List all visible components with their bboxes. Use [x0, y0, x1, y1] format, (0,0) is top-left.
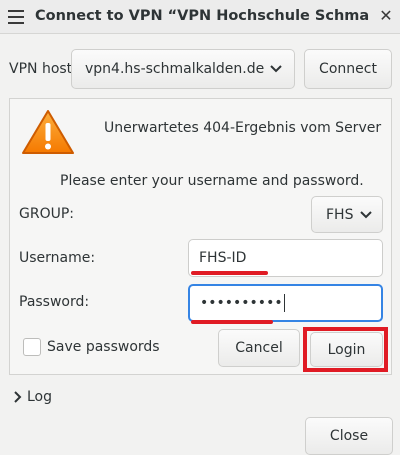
password-value-wrap: ••••••••••: [200, 294, 285, 312]
login-prompt: Please enter your username and password.: [60, 173, 364, 189]
vpn-host-label: VPN host: [9, 61, 73, 77]
save-passwords-label[interactable]: Save passwords: [47, 339, 160, 355]
password-annotation-underline: [191, 320, 273, 324]
vpn-host-value: vpn4.hs-schmalkalden.de: [85, 61, 265, 77]
username-value: FHS-ID: [199, 250, 247, 266]
close-button[interactable]: Close: [305, 417, 393, 455]
password-value: ••••••••••: [200, 295, 283, 311]
chevron-down-icon: [360, 210, 372, 218]
log-expander-label[interactable]: Log: [27, 389, 52, 405]
vpn-host-dropdown[interactable]: vpn4.hs-schmalkalden.de: [71, 49, 295, 89]
window-title: Connect to VPN “VPN Hochschule Schmal…: [35, 8, 370, 24]
group-label: GROUP:: [19, 206, 75, 222]
login-annotation-box: [303, 327, 388, 372]
username-label: Username:: [19, 250, 96, 266]
close-icon[interactable]: ✕: [376, 6, 396, 26]
hamburger-menu-icon[interactable]: [8, 10, 24, 24]
chevron-down-icon: [270, 65, 282, 73]
text-caret: [283, 294, 285, 312]
group-dropdown[interactable]: FHS: [311, 196, 383, 233]
save-passwords-checkbox[interactable]: [23, 338, 41, 356]
cancel-button[interactable]: Cancel: [218, 329, 300, 367]
group-value: FHS: [326, 206, 354, 223]
username-annotation-underline: [191, 271, 268, 275]
connect-button[interactable]: Connect: [304, 49, 392, 89]
password-label: Password:: [19, 294, 90, 310]
warning-triangle-icon: [22, 110, 74, 154]
error-message: Unerwartetes 404-Ergebnis vom Server: [104, 120, 382, 136]
chevron-right-icon[interactable]: [14, 391, 22, 403]
password-field[interactable]: ••••••••••: [188, 284, 383, 322]
title-bar: Connect to VPN “VPN Hochschule Schmal… ✕: [0, 0, 400, 34]
